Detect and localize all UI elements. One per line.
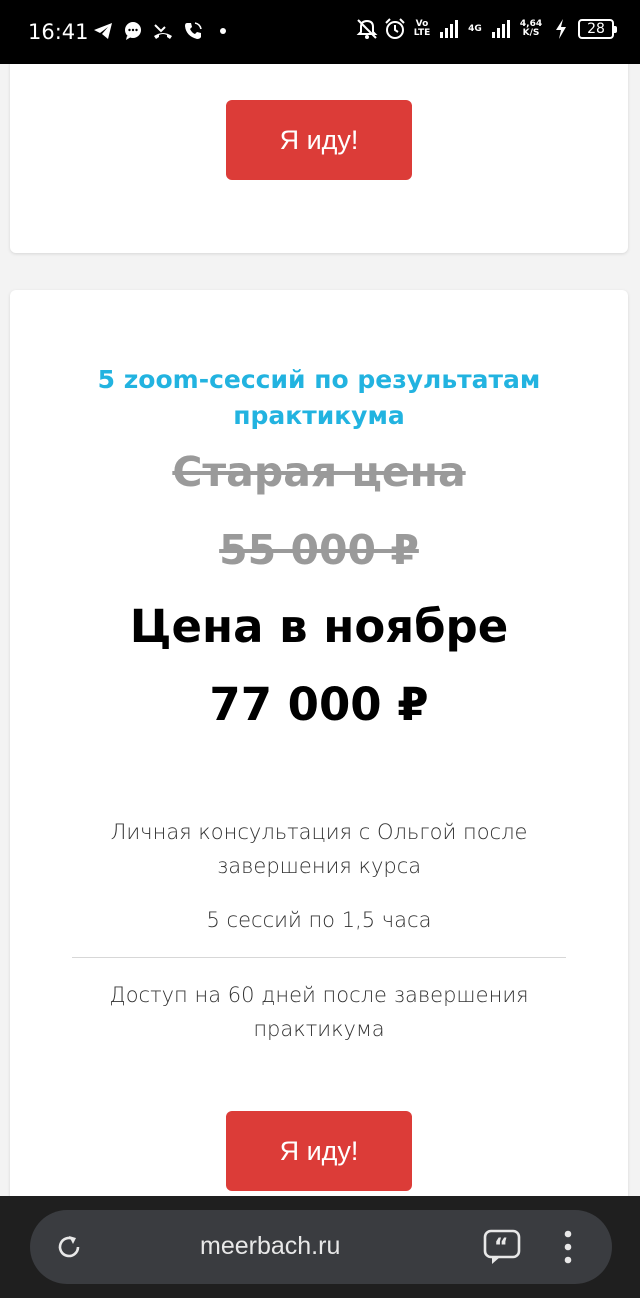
missed-call-icon — [152, 18, 174, 44]
new-price-label: Цена в ноябре — [129, 600, 509, 653]
call-icon — [182, 18, 204, 44]
dot-icon — [212, 18, 234, 44]
system-icons: Vo LTE 4G 4,64 K/S 28 — [356, 16, 617, 42]
offer-title: 5 zoom-сессий по результатам практикума — [97, 365, 541, 430]
feature-consultation: Личная консультация с Ольгой после завер… — [110, 820, 528, 878]
reload-icon[interactable] — [54, 1232, 84, 1262]
join-button-top[interactable]: Я иду! — [226, 100, 412, 180]
old-price-label: Старая цена — [172, 448, 466, 496]
pricing-card: 5 zoom-сессий по результатам практикума … — [10, 290, 628, 1196]
telegram-icon — [92, 18, 114, 44]
feature-access: Доступ на 60 дней после завершения практ… — [109, 983, 529, 1041]
signal-icon — [438, 16, 460, 42]
data-speed-unit: K/S — [522, 28, 540, 38]
svg-text:“: “ — [494, 1235, 508, 1260]
volte-label: Vo LTE — [413, 19, 431, 38]
new-price: 77 000 ₽ — [209, 678, 429, 731]
chat-bubble-icon — [122, 18, 144, 44]
status-time: 16:41 — [28, 20, 89, 44]
signal-icon-2 — [490, 16, 512, 42]
quote-chat-icon[interactable]: “ — [482, 1229, 524, 1265]
url-text[interactable]: meerbach.ru — [200, 1232, 340, 1261]
mute-icon — [356, 16, 378, 42]
notification-icons — [92, 18, 234, 44]
network-type: 4G — [468, 23, 482, 34]
page-content: Я иду! 5 zoom-сессий по результатам прак… — [0, 64, 640, 1196]
charging-icon — [550, 16, 572, 42]
address-bar[interactable]: meerbach.ru “ — [30, 1210, 612, 1284]
join-button[interactable]: Я иду! — [226, 1111, 412, 1191]
feature-divider — [72, 957, 566, 958]
browser-toolbar: meerbach.ru “ — [0, 1196, 640, 1298]
old-price: 55 000 ₽ — [219, 526, 419, 574]
feature-sessions: 5 сессий по 1,5 часа — [206, 908, 432, 932]
more-menu-icon[interactable] — [560, 1228, 576, 1266]
alarm-icon — [384, 16, 406, 42]
status-bar: 16:41 Vo LTE 4G 4,64 K/S 28 — [0, 0, 640, 64]
data-speed: 4,64 K/S — [518, 16, 544, 42]
battery-indicator: 28 — [578, 19, 617, 39]
pricing-card-previous: Я иду! — [10, 64, 628, 253]
